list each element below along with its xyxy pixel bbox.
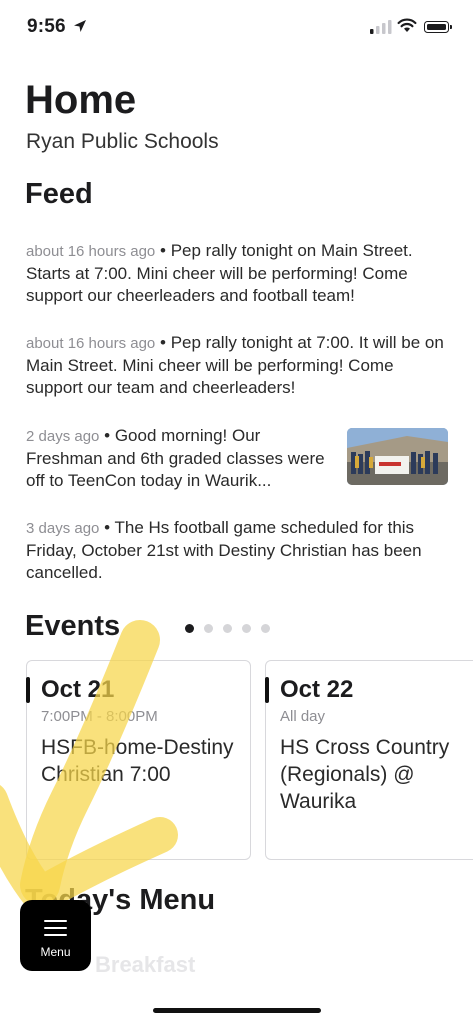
page-subtitle: Ryan Public Schools	[26, 130, 219, 153]
location-arrow-icon	[74, 20, 86, 32]
event-time: All day	[280, 708, 326, 725]
feed-item-thumbnail[interactable]	[347, 428, 448, 485]
event-title: HSFB-home-Destiny Christian 7:00	[41, 736, 234, 786]
page-title: Home	[25, 78, 137, 122]
event-title: HS Cross Country (Regionals) @ Waurika	[280, 736, 450, 813]
event-date: Oct 21	[41, 676, 115, 703]
feed-item[interactable]: 2 days ago • Good morning! Our Freshman …	[26, 425, 334, 492]
pager-dot[interactable]	[185, 624, 194, 633]
home-indicator[interactable]	[153, 1008, 321, 1013]
feed-item[interactable]: about 16 hours ago • Pep rally tonight a…	[26, 332, 451, 399]
pager-dot[interactable]	[242, 624, 251, 633]
pager-dot[interactable]	[223, 624, 232, 633]
feed-item-separator: •	[160, 333, 166, 352]
feed-item-time: about 16 hours ago	[26, 243, 156, 260]
breakfast-heading: Breakfast	[95, 952, 196, 977]
event-date: Oct 22	[280, 676, 354, 703]
event-accent-bar	[26, 677, 30, 703]
wifi-icon	[397, 18, 417, 32]
feed-item-time: about 16 hours ago	[26, 335, 156, 352]
event-time: 7:00PM - 8:00PM	[41, 708, 158, 725]
events-title: Events	[25, 610, 121, 642]
events-pager[interactable]	[185, 624, 270, 633]
cellular-signal-icon	[370, 20, 392, 34]
status-bar: 9:56	[0, 0, 473, 56]
status-time: 9:56	[27, 16, 66, 37]
feed-item[interactable]: 3 days ago • The Hs football game schedu…	[26, 517, 451, 584]
pager-dot[interactable]	[204, 624, 213, 633]
menu-button[interactable]: Menu	[20, 900, 91, 971]
hamburger-icon	[44, 920, 67, 941]
menu-button-label: Menu	[40, 945, 71, 959]
event-card[interactable]: Oct 21 7:00PM - 8:00PM HSFB-home-Destiny…	[26, 660, 251, 860]
battery-icon	[424, 21, 452, 33]
feed-item-separator: •	[160, 241, 166, 260]
event-card[interactable]: Oct 22 All day HS Cross Country (Regiona…	[265, 660, 473, 860]
feed-item-time: 3 days ago	[26, 520, 100, 537]
feed-item[interactable]: about 16 hours ago • Pep rally tonight o…	[26, 240, 451, 307]
feed-item-separator: •	[104, 426, 111, 445]
pager-dot[interactable]	[261, 624, 270, 633]
feed-title: Feed	[25, 178, 93, 210]
feed-item-separator: •	[104, 518, 111, 537]
feed-item-time: 2 days ago	[26, 428, 100, 445]
event-accent-bar	[265, 677, 269, 703]
